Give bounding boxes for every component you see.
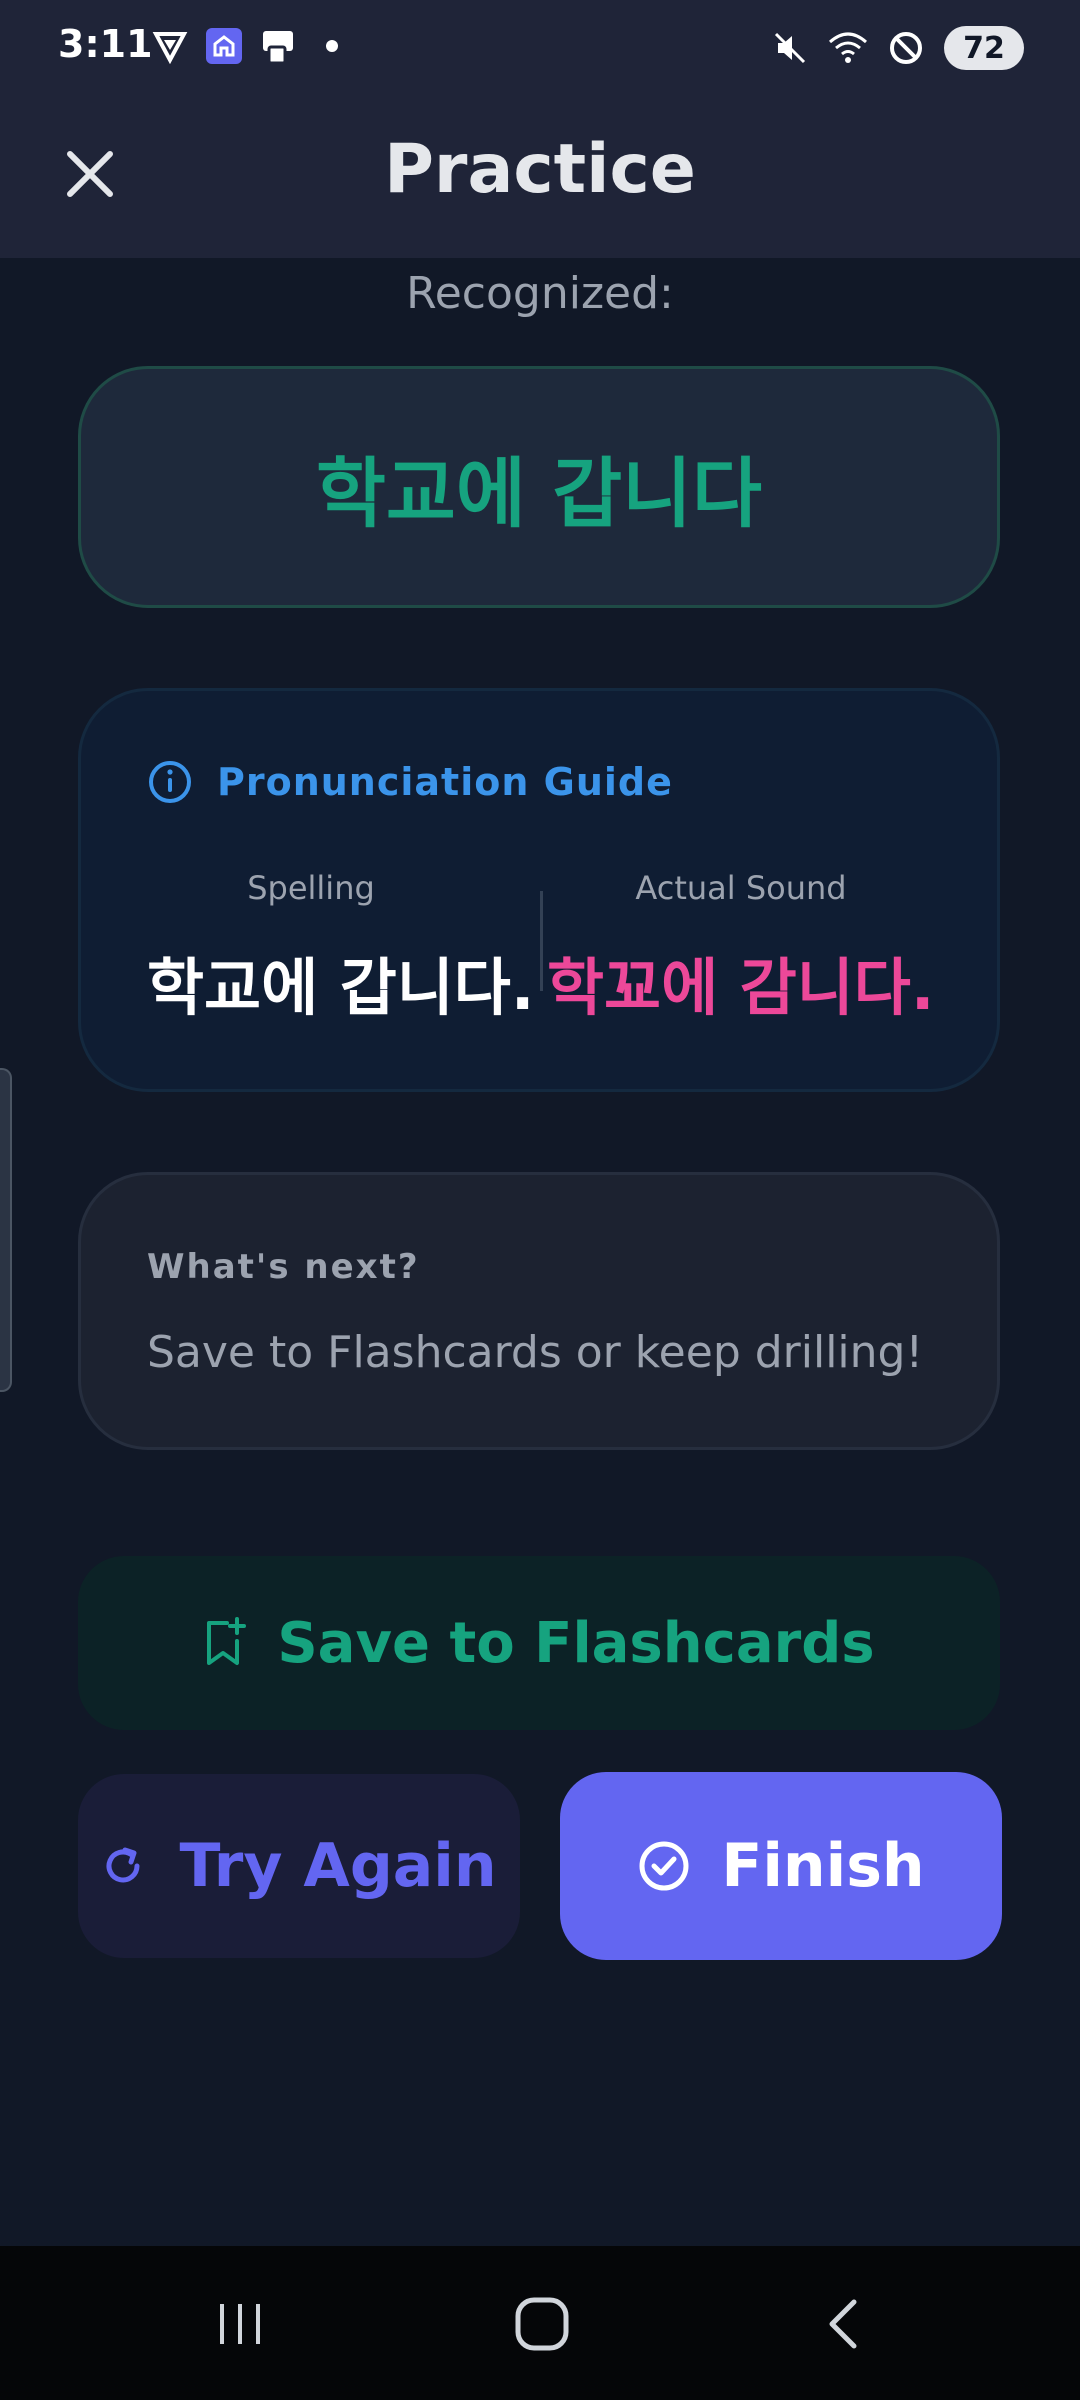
pronunciation-guide-header: Pronunciation Guide: [147, 759, 673, 805]
wifi-icon: [828, 28, 868, 68]
app-header: Practice: [0, 96, 1080, 258]
status-right-icons: 72: [770, 26, 1024, 70]
home-button[interactable]: [502, 2284, 582, 2364]
battery-icon: 72: [944, 26, 1024, 70]
actual-sound-text: 학꾜에 감니다.: [547, 951, 935, 1024]
battery-level: 72: [963, 30, 1005, 66]
finish-label: Finish: [721, 1831, 925, 1901]
info-icon: [149, 761, 191, 803]
status-time: 3:11: [58, 22, 153, 66]
status-left-icons: [150, 26, 338, 66]
spelling-text: 학교에 갑니다.: [147, 951, 535, 1024]
recent-apps-button[interactable]: [200, 2284, 280, 2364]
spelling-label: Spelling: [247, 869, 375, 907]
home-icon: [515, 2297, 569, 2351]
refresh-icon: [106, 1847, 140, 1883]
system-nav-bar: [0, 2246, 1080, 2400]
recent-apps-icon: [220, 2304, 260, 2344]
app-screen: 3:11 72 Practice Recognized: 학교에 갑니다 Pro…: [0, 0, 1080, 2400]
edge-panel-handle[interactable]: [0, 1068, 12, 1392]
try-again-label: Try Again: [179, 1831, 497, 1901]
page-title: Practice: [384, 130, 696, 209]
back-icon: [829, 2299, 857, 2349]
save-to-flashcards-label: Save to Flashcards: [277, 1610, 875, 1676]
try-again-button[interactable]: Try Again: [78, 1774, 520, 1958]
notification-dot-icon: [326, 40, 338, 52]
vpn-shield-icon: [150, 26, 190, 66]
mute-icon: [770, 28, 810, 68]
whats-next-label: What's next?: [147, 1247, 420, 1287]
device-app-icon: [258, 26, 298, 66]
column-divider: [540, 891, 543, 991]
recognized-card: 학교에 갑니다: [78, 366, 1000, 608]
pronunciation-guide-title: Pronunciation Guide: [217, 760, 673, 804]
pronunciation-guide-card: Pronunciation Guide Spelling Actual Soun…: [78, 688, 1000, 1092]
recognized-label: Recognized:: [406, 268, 674, 319]
finish-button[interactable]: Finish: [560, 1772, 1002, 1960]
do-not-disturb-icon: [886, 28, 926, 68]
save-to-flashcards-button[interactable]: Save to Flashcards: [78, 1556, 1000, 1730]
recognized-text: 학교에 갑니다: [316, 449, 762, 538]
back-button[interactable]: [804, 2284, 884, 2364]
whats-next-card: What's next? Save to Flashcards or keep …: [78, 1172, 1000, 1450]
status-bar: 3:11 72: [0, 0, 1080, 96]
actual-sound-label: Actual Sound: [635, 869, 847, 907]
check-circle-icon: [639, 1841, 689, 1891]
home-app-icon: [204, 26, 244, 66]
whats-next-text: Save to Flashcards or keep drilling!: [147, 1327, 924, 1378]
bookmark-add-icon: [207, 1617, 247, 1665]
